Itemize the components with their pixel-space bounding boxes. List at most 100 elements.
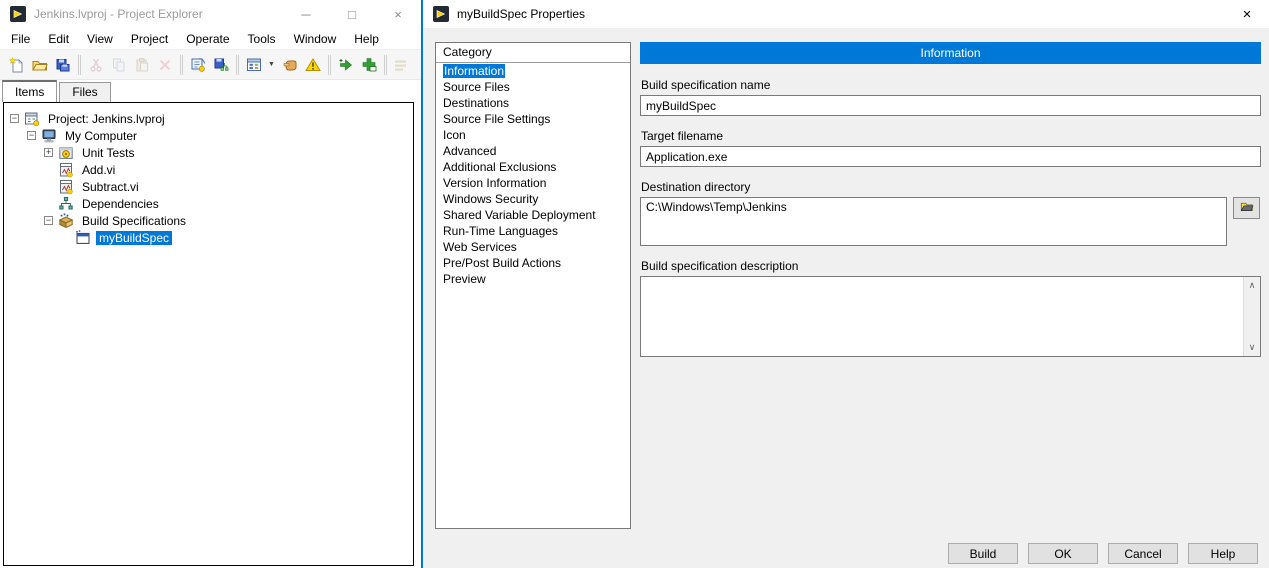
tree-connector <box>61 233 70 242</box>
category-run-time-languages[interactable]: Run-Time Languages <box>436 223 630 239</box>
category-preview[interactable]: Preview <box>436 271 630 287</box>
tree-item-label: My Computer <box>62 129 140 143</box>
tree-item-add-vi[interactable]: Add.vi <box>4 161 413 178</box>
window-view-icon[interactable] <box>245 56 263 74</box>
category-label: Additional Exclusions <box>443 160 556 174</box>
expander-minus-icon[interactable]: − <box>10 114 19 123</box>
category-label: Information <box>443 64 505 78</box>
scroll-up-icon[interactable]: ∧ <box>1244 277 1261 294</box>
help-button[interactable]: Help <box>1188 543 1258 564</box>
tree-item-label: myBuildSpec <box>96 231 172 245</box>
vi-icon <box>58 162 74 178</box>
category-list-header: Category <box>436 43 630 63</box>
category-label: Source Files <box>443 80 510 94</box>
page-banner: Information <box>640 42 1261 64</box>
build-spec-item-icon <box>75 230 91 246</box>
copy-icon <box>110 56 128 74</box>
close-icon[interactable]: × <box>1225 0 1269 28</box>
category-web-services[interactable]: Web Services <box>436 239 630 255</box>
tree-item-label: Add.vi <box>79 163 118 177</box>
close-icon[interactable]: × <box>375 0 421 28</box>
category-windows-security[interactable]: Windows Security <box>436 191 630 207</box>
menu-file[interactable]: File <box>2 29 39 49</box>
menu-view[interactable]: View <box>78 29 122 49</box>
destination-directory-input[interactable]: C:\Windows\Temp\Jenkins <box>640 197 1227 246</box>
computer-icon <box>41 128 57 144</box>
category-label: Version Information <box>443 176 546 190</box>
category-source-file-settings[interactable]: Source File Settings <box>436 111 630 127</box>
category-icon[interactable]: Icon <box>436 127 630 143</box>
expander-minus-icon[interactable]: − <box>44 216 53 225</box>
explorer-titlebar[interactable]: Jenkins.lvproj - Project Explorer ─ □ × <box>0 0 421 28</box>
delete-icon <box>156 56 174 74</box>
explorer-menubar: FileEditViewProjectOperateToolsWindowHel… <box>0 28 421 50</box>
cancel-button[interactable]: Cancel <box>1108 543 1178 564</box>
target-filename-input[interactable] <box>640 146 1261 167</box>
save-all-icon[interactable] <box>54 56 72 74</box>
project-explorer-window: Jenkins.lvproj - Project Explorer ─ □ × … <box>0 0 421 568</box>
menu-help[interactable]: Help <box>345 29 388 49</box>
toolbar-group <box>82 56 179 74</box>
category-label: Icon <box>443 128 466 142</box>
new-file-icon[interactable] <box>8 56 26 74</box>
category-source-files[interactable]: Source Files <box>436 79 630 95</box>
build-spec-description-input[interactable]: ∧ ∨ <box>640 276 1261 357</box>
add-target-icon[interactable] <box>360 56 378 74</box>
explorer-window-controls: ─ □ × <box>283 0 421 28</box>
maximize-icon[interactable]: □ <box>329 0 375 28</box>
tree-item-project-jenkins-lvproj[interactable]: −Project: Jenkins.lvproj <box>4 110 413 127</box>
tab-files[interactable]: Files <box>59 82 110 102</box>
dialog-titlebar[interactable]: myBuildSpec Properties × <box>423 0 1269 28</box>
scroll-down-icon[interactable]: ∨ <box>1244 339 1261 356</box>
expander-minus-icon[interactable]: − <box>27 131 36 140</box>
category-label: Advanced <box>443 144 496 158</box>
category-shared-variable-deployment[interactable]: Shared Variable Deployment <box>436 207 630 223</box>
category-label: Source File Settings <box>443 112 550 126</box>
add-item-icon[interactable] <box>337 56 355 74</box>
toolbar-group <box>388 56 416 74</box>
category-label: Preview <box>443 272 486 286</box>
ok-button[interactable]: OK <box>1028 543 1098 564</box>
target-filename-label: Target filename <box>641 129 1261 143</box>
description-scrollbar[interactable]: ∧ ∨ <box>1243 277 1260 356</box>
build-spec-name-input[interactable] <box>640 95 1261 116</box>
chevron-down-icon[interactable]: ▼ <box>268 61 276 68</box>
category-advanced[interactable]: Advanced <box>436 143 630 159</box>
minimize-icon[interactable]: ─ <box>283 0 329 28</box>
open-folder-icon[interactable] <box>31 56 49 74</box>
menu-operate[interactable]: Operate <box>177 29 238 49</box>
menu-tools[interactable]: Tools <box>239 29 285 49</box>
tree-connector <box>44 182 53 191</box>
tree-item-unit-tests[interactable]: + Unit Tests <box>4 144 413 161</box>
category-information[interactable]: Information <box>436 63 630 79</box>
menu-project[interactable]: Project <box>122 29 177 49</box>
warning-icon[interactable] <box>304 56 322 74</box>
tree-item-build-specifications[interactable]: −Build Specifications <box>4 212 413 229</box>
toolbar-separator <box>384 55 387 75</box>
tree-item-subtract-vi[interactable]: Subtract.vi <box>4 178 413 195</box>
explorer-window-title: Jenkins.lvproj - Project Explorer <box>34 7 203 21</box>
category-pre-post-build-actions[interactable]: Pre/Post Build Actions <box>436 255 630 271</box>
paste-icon <box>133 56 151 74</box>
menu-window[interactable]: Window <box>285 29 346 49</box>
build-spec-properties-dialog: myBuildSpec Properties × Category Inform… <box>421 0 1269 568</box>
cut-icon <box>87 56 105 74</box>
tree-item-label: Subtract.vi <box>79 180 142 194</box>
browse-directory-button[interactable] <box>1233 197 1260 219</box>
category-additional-exclusions[interactable]: Additional Exclusions <box>436 159 630 175</box>
expander-plus-icon[interactable]: + <box>44 148 53 157</box>
tree-item-label: Unit Tests <box>79 146 137 160</box>
tab-items[interactable]: Items <box>2 80 57 102</box>
save-hierarchy-icon[interactable] <box>212 56 230 74</box>
tree-item-mybuildspec[interactable]: myBuildSpec <box>4 229 413 246</box>
tree-item-my-computer[interactable]: − My Computer <box>4 127 413 144</box>
category-destinations[interactable]: Destinations <box>436 95 630 111</box>
category-version-information[interactable]: Version Information <box>436 175 630 191</box>
tree-item-dependencies[interactable]: Dependencies <box>4 195 413 212</box>
toolbar-separator <box>328 55 331 75</box>
build-button[interactable]: Build <box>948 543 1018 564</box>
menu-edit[interactable]: Edit <box>39 29 78 49</box>
export-hierarchy-icon[interactable] <box>189 56 207 74</box>
toolbar-group <box>332 56 383 74</box>
hand-tool-icon[interactable] <box>281 56 299 74</box>
